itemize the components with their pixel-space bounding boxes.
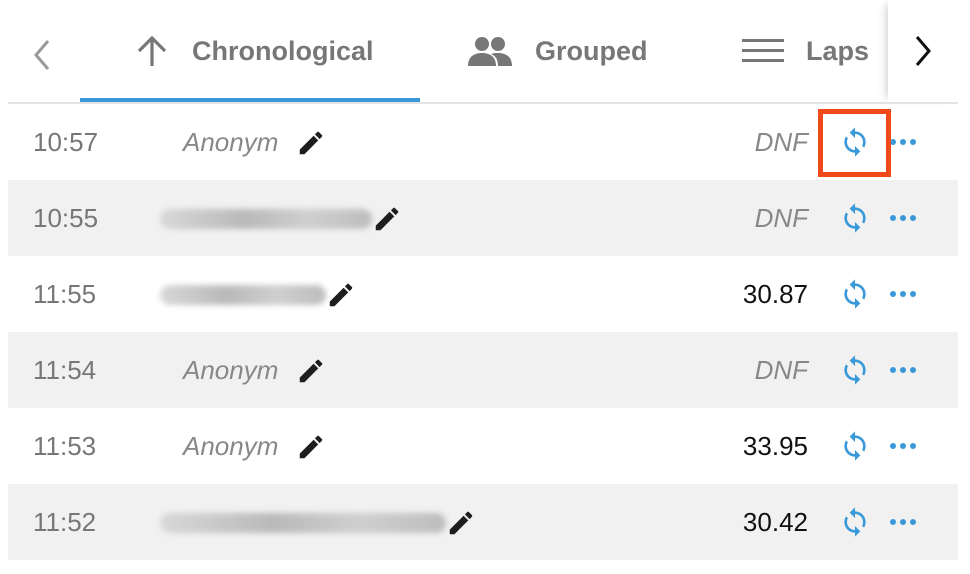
refresh-icon[interactable]	[839, 278, 871, 310]
list-item: 11:54 Anonym DNF	[8, 332, 958, 408]
row-time: 11:55	[33, 279, 97, 309]
row-time: 10:57	[33, 127, 99, 157]
tab-chronological[interactable]: Chronological	[134, 0, 374, 102]
refresh-icon[interactable]	[839, 430, 871, 462]
scroll-left-button[interactable]	[12, 20, 72, 90]
row-time: 11:54	[33, 355, 97, 385]
chevron-left-icon	[34, 40, 50, 70]
row-result: DNF	[754, 203, 808, 233]
row-result: 30.87	[742, 279, 808, 309]
refresh-icon[interactable]	[839, 506, 871, 538]
more-icon[interactable]	[886, 278, 920, 310]
tab-grouped[interactable]: Grouped	[467, 0, 648, 102]
highlight-box	[818, 109, 891, 177]
more-icon[interactable]	[886, 126, 920, 158]
refresh-icon[interactable]	[839, 354, 871, 386]
pencil-icon[interactable]	[296, 356, 326, 386]
more-icon[interactable]	[886, 354, 920, 386]
pencil-icon[interactable]	[296, 128, 326, 158]
results-list: 10:57 Anonym DNF 10:55 DNF 11:55 30.87 1…	[8, 104, 958, 560]
list-item: 10:55 DNF	[8, 180, 958, 256]
row-result: 30.42	[742, 507, 808, 537]
tab-label: Chronological	[192, 35, 374, 66]
row-result: DNF	[754, 127, 808, 157]
row-time: 11:53	[33, 431, 97, 461]
arrow-up-icon	[137, 35, 167, 66]
people-icon	[468, 37, 512, 66]
row-time: 10:55	[33, 203, 99, 233]
row-name: Anonym	[183, 127, 279, 157]
row-time: 11:52	[33, 507, 97, 537]
row-name: Anonym	[183, 431, 279, 461]
row-result: DNF	[754, 355, 808, 385]
pencil-icon[interactable]	[446, 508, 476, 538]
chevron-right-icon	[915, 36, 931, 66]
obscured-name	[160, 209, 372, 229]
tab-bar: Chronological Grouped Laps	[0, 0, 958, 104]
list-item: 11:53 Anonym 33.95	[8, 408, 958, 484]
row-result: 33.95	[742, 431, 808, 461]
menu-lines-icon	[742, 39, 784, 62]
row-name: Anonym	[183, 355, 279, 385]
list-item: 11:55 30.87	[8, 256, 958, 332]
more-icon[interactable]	[886, 506, 920, 538]
more-icon[interactable]	[886, 202, 920, 234]
pencil-icon[interactable]	[296, 432, 326, 462]
tab-label: Laps	[806, 35, 870, 66]
more-icon[interactable]	[886, 430, 920, 462]
tab-laps[interactable]: Laps	[742, 0, 869, 102]
refresh-icon[interactable]	[839, 202, 871, 234]
pencil-icon[interactable]	[372, 204, 402, 234]
obscured-name	[160, 285, 326, 305]
list-item: 10:57 Anonym DNF	[8, 104, 958, 180]
scroll-right-button[interactable]	[888, 0, 958, 102]
tab-label: Grouped	[535, 35, 648, 66]
list-item: 11:52 30.42	[8, 484, 958, 560]
obscured-name	[160, 513, 446, 533]
pencil-icon[interactable]	[326, 280, 356, 310]
